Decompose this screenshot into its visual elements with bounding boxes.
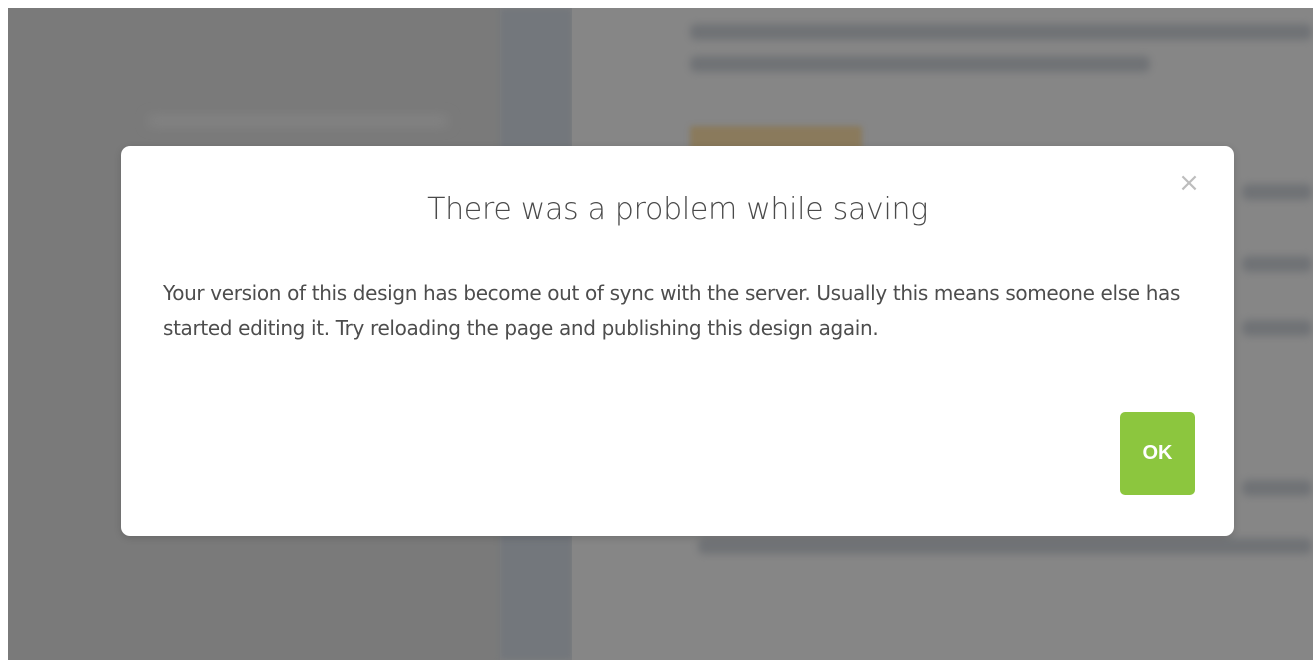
background-text-line [1242,320,1312,336]
background-blur-row [148,116,448,126]
background-text-line [1242,184,1312,200]
close-icon[interactable]: × [1178,170,1200,196]
error-dialog: × There was a problem while saving Your … [121,146,1234,536]
background-text-line [690,24,1312,40]
ok-button[interactable]: OK [1120,412,1195,495]
background-text-line [698,538,1312,554]
dialog-title: There was a problem while saving [427,192,928,227]
dialog-message: Your version of this design has become o… [163,281,1181,340]
background-text-line [1242,256,1312,272]
screen: × There was a problem while saving Your … [0,0,1313,660]
background-text-line [1242,480,1312,496]
background-text-line [690,56,1150,72]
